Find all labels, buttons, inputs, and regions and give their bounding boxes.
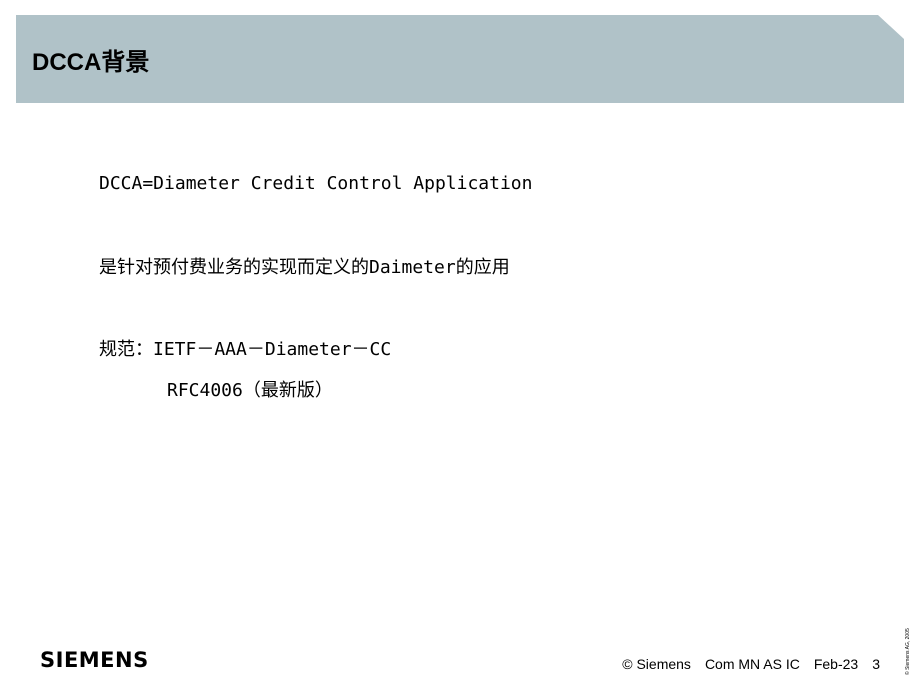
slide-title: DCCA背景: [32, 49, 150, 76]
footer-department: Com MN AS IC: [704, 656, 800, 672]
footer-info: © Siemens Com MN AS IC Feb-23 3: [622, 656, 880, 672]
description-line: 是针对预付费业务的实现而定义的Daimeter的应用: [99, 257, 510, 278]
vertical-copyright-notice: © Siemens AG, 2005: [905, 628, 911, 675]
page-number: 3: [872, 656, 880, 672]
rfc-line: RFC4006（最新版）: [167, 380, 333, 401]
definition-line: DCCA=Diameter Credit Control Application: [99, 173, 533, 194]
specification-line: 规范：IETF－AAA－Diameter－CC: [99, 339, 392, 360]
siemens-logo: SIEMENS: [40, 648, 149, 672]
footer-copyright: © Siemens: [622, 656, 691, 672]
footer-date: Feb-23: [813, 656, 859, 672]
